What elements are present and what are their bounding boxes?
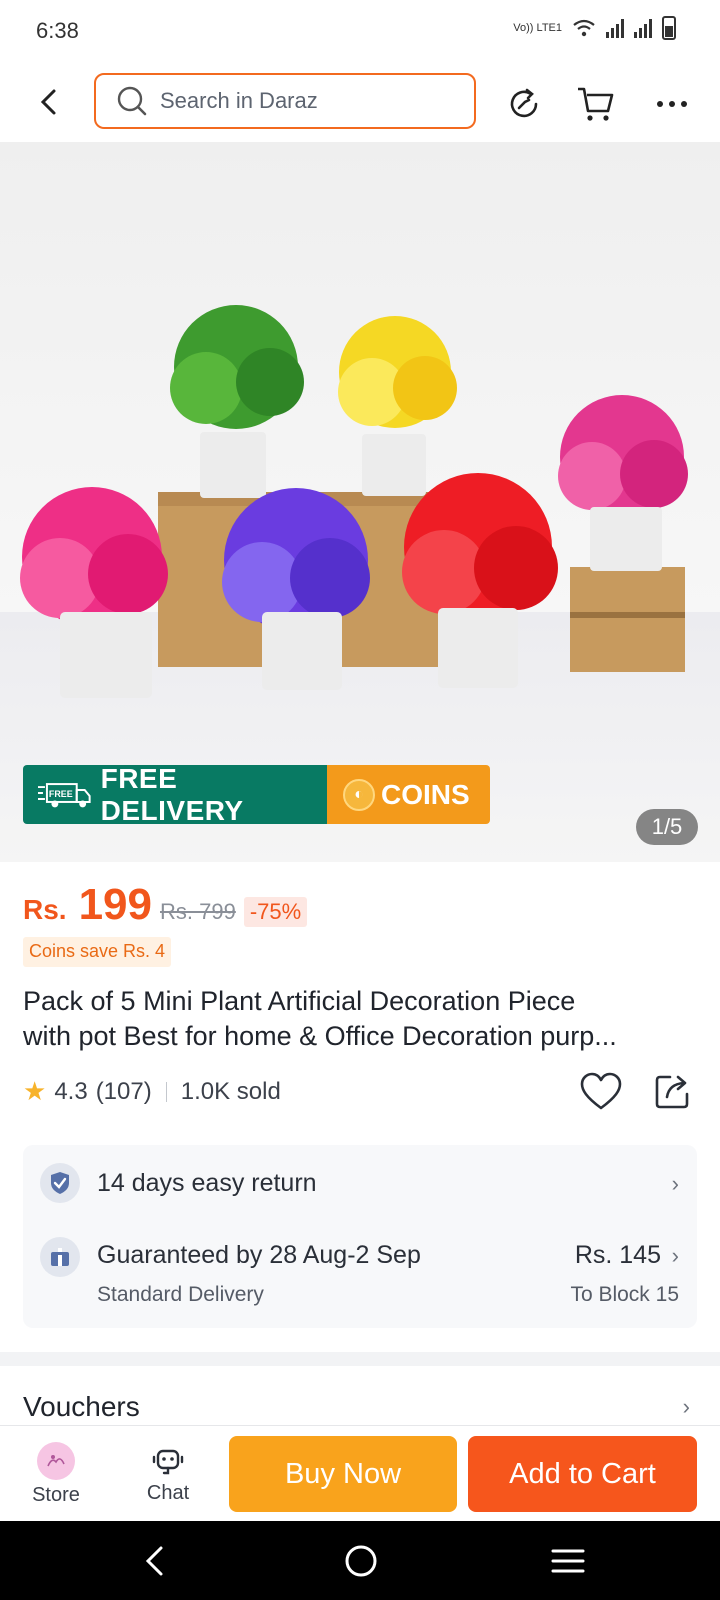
battery-icon [662,16,676,40]
system-recents-button[interactable] [546,1539,590,1583]
chat-tab[interactable]: Chat [128,1426,208,1522]
review-count: (107) [95,1077,152,1105]
product-title-line-2: with pot Best for home & Office Decorati… [23,1021,617,1051]
original-price: Rs. 799 [160,899,236,924]
search-input[interactable]: Search in Daraz [94,73,476,129]
coin-icon: ◐ [343,778,375,811]
product-image-gallery[interactable]: FREE FREE DELIVERY ◐ COINS [0,142,720,862]
signal-icon [606,18,624,38]
chat-bot-icon [152,1449,184,1474]
chevron-right-icon: › [671,1171,679,1196]
svg-text:FREE: FREE [49,788,73,798]
delivery-box-icon [40,1237,80,1277]
discount-badge: -75% [243,897,308,927]
chevron-right-icon: › [671,1243,679,1268]
product-photo-plants [20,305,688,698]
share-icon [655,1075,689,1109]
delivery-guarantee: Guaranteed by 28 Aug-2 Sep [97,1241,421,1269]
top-header: Search in Daraz [0,62,720,142]
refresh-share-icon [510,88,538,118]
bottom-action-bar: Store Chat Buy Now Add to Cart [0,1425,720,1521]
cart-icon [578,87,614,121]
coins-badge: ◐ COINS [327,765,490,824]
share-arrow-button[interactable] [502,82,546,126]
current-price: 199 [78,880,152,929]
store-tab[interactable]: Store [16,1426,96,1522]
more-dots-icon [657,101,687,107]
service-info-card: 14 days easy return › Guaranteed by 28 A… [23,1145,697,1328]
section-divider [0,1352,720,1366]
status-icons: Vo)) LTE1 [513,16,676,40]
system-back-icon [145,1546,163,1576]
cart-button[interactable] [574,82,618,126]
star-icon: ★ [23,1076,47,1106]
system-menu-icon [551,1549,585,1573]
add-to-cart-button[interactable]: Add to Cart [468,1436,697,1512]
delivery-row[interactable]: Guaranteed by 28 Aug-2 Sep Standard Deli… [23,1221,697,1328]
more-options-button[interactable] [650,82,694,126]
signal-icon-2 [634,18,652,38]
free-delivery-label: FREE DELIVERY [100,765,244,824]
returns-row[interactable]: 14 days easy return › [23,1145,697,1221]
wishlist-button[interactable] [580,1072,622,1112]
network-label: Vo)) LTE1 [513,22,562,34]
system-navigation-bar [0,1521,720,1600]
rating-row[interactable]: ★ 4.3 (107) 1.0K sold [23,1076,281,1107]
rating-divider [165,1081,167,1102]
chevron-right-icon[interactable]: › [683,1394,690,1420]
heart-icon [580,1072,622,1110]
buy-now-button[interactable]: Buy Now [229,1436,457,1512]
returns-label: 14 days easy return [97,1169,317,1197]
coins-label: COINS [381,778,470,810]
price-currency: Rs. [23,894,67,925]
coins-save-badge: Coins save Rs. 4 [23,937,172,967]
system-back-button[interactable] [132,1539,176,1583]
vouchers-heading[interactable]: Vouchers [23,1391,140,1423]
store-avatar [37,1441,75,1480]
shield-check-icon [40,1163,80,1203]
status-time: 6:38 [36,18,79,43]
price-row: Rs. 199 Rs. 799 -75% [23,880,308,930]
free-delivery-coins-banner: FREE FREE DELIVERY ◐ COINS [23,765,490,824]
chevron-left-icon [40,89,56,115]
search-icon [117,86,147,116]
free-delivery-badge: FREE FREE DELIVERY [23,765,327,824]
wifi-icon [573,19,595,37]
delivery-fee: Rs. 145 [574,1241,661,1269]
delivery-type: Standard Delivery [97,1283,264,1306]
store-label: Store [32,1483,80,1506]
product-title: Pack of 5 Mini Plant Artificial Decorati… [23,984,695,1054]
status-bar: 6:38 Vo)) LTE1 [0,0,720,62]
image-page-indicator: 1/5 [636,809,698,845]
system-home-button[interactable] [339,1539,383,1583]
delivery-truck-icon: FREE [37,782,91,807]
delivery-location: To Block 15 [570,1283,679,1306]
rating-value: 4.3 [54,1077,88,1105]
search-placeholder: Search in Daraz [160,88,318,113]
chat-label: Chat [146,1481,190,1504]
share-button[interactable] [654,1072,692,1110]
back-button[interactable] [30,82,66,122]
product-title-line-1: Pack of 5 Mini Plant Artificial Decorati… [23,986,576,1016]
sold-count: 1.0K sold [180,1077,281,1105]
system-home-icon [345,1545,377,1577]
